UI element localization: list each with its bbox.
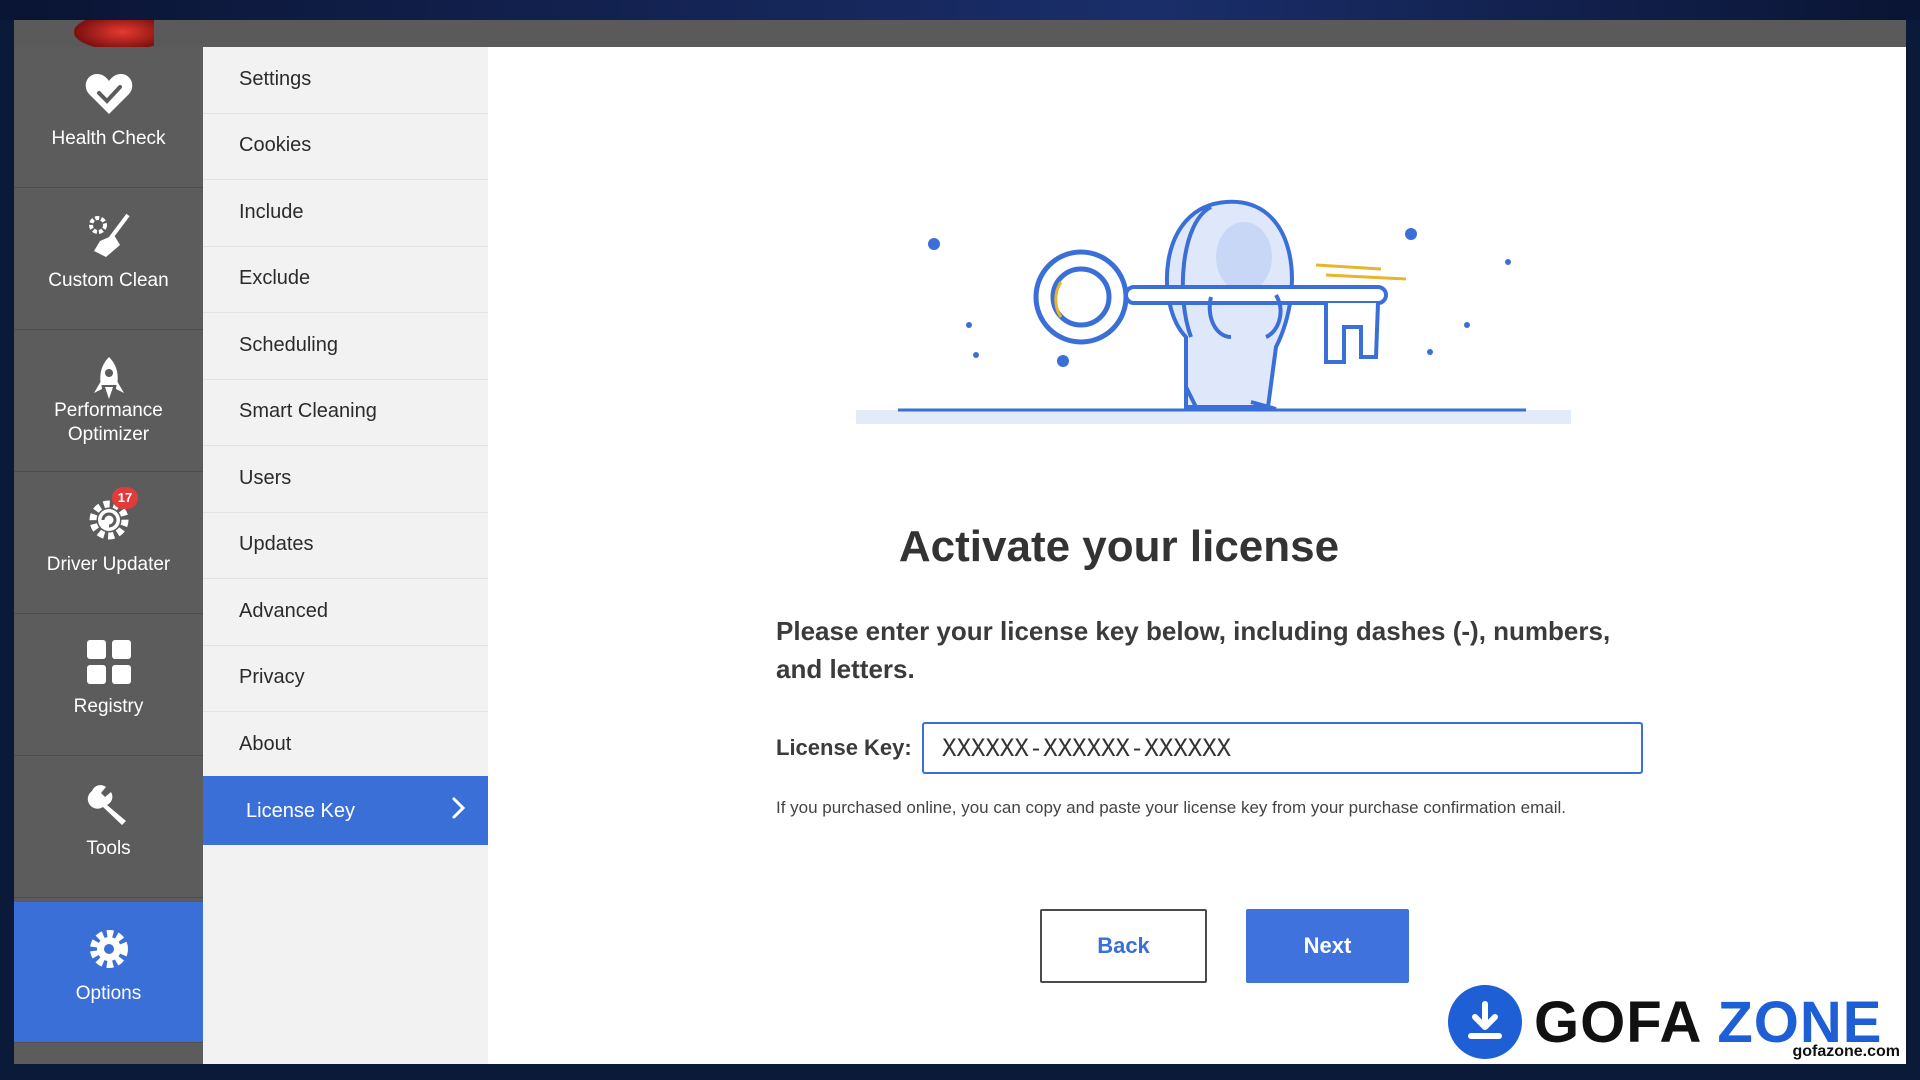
app-logo <box>74 20 154 50</box>
nav-item-custom-clean[interactable]: Custom Clean <box>14 189 203 330</box>
key-character-illustration <box>856 199 1571 424</box>
broom-gear-icon <box>14 211 203 261</box>
submenu-label: Settings <box>239 68 312 90</box>
back-button[interactable]: Back <box>1040 909 1207 983</box>
nav-item-health-check[interactable]: Health Check <box>14 47 203 188</box>
submenu-label: Cookies <box>239 134 312 156</box>
gear-icon <box>14 924 203 974</box>
nav-item-options[interactable]: Options <box>14 902 203 1043</box>
submenu-item-smart-cleaning[interactable]: Smart Cleaning <box>203 379 488 446</box>
options-submenu: Settings Cookies Include Exclude Schedul… <box>203 47 488 1064</box>
top-frame <box>0 0 1920 20</box>
submenu-item-include[interactable]: Include <box>203 180 488 247</box>
submenu-label: Users <box>239 467 292 489</box>
title-bar <box>14 20 1906 50</box>
submenu-label: Exclude <box>239 267 311 289</box>
submenu-item-exclude[interactable]: Exclude <box>203 246 488 313</box>
nav-item-registry[interactable]: Registry <box>14 615 203 756</box>
nav-label: Health Check <box>51 128 166 149</box>
submenu-item-privacy[interactable]: Privacy <box>203 645 488 712</box>
submenu-label: Advanced <box>239 600 328 622</box>
page-title: Activate your license <box>898 522 1340 571</box>
watermark-logo: GOFA ZONE gofazone.com <box>1448 985 1908 1065</box>
watermark-site: gofazone.com <box>1792 1043 1900 1060</box>
next-button[interactable]: Next <box>1246 909 1409 983</box>
submenu-item-settings[interactable]: Settings <box>203 47 488 114</box>
rocket-icon <box>14 353 203 403</box>
wrench-icon <box>14 779 203 829</box>
submenu-item-about[interactable]: About <box>203 712 488 779</box>
submenu-label: About <box>239 733 292 755</box>
hint-text: If you purchased online, you can copy an… <box>776 798 1566 817</box>
watermark-brand-left: GOFA <box>1534 990 1701 1055</box>
submenu-item-scheduling[interactable]: Scheduling <box>203 313 488 380</box>
nav-label: Registry <box>73 696 144 717</box>
nav-label: Driver Updater <box>46 554 171 575</box>
submenu-label: Updates <box>239 533 314 555</box>
heart-check-icon <box>14 69 203 119</box>
download-icon <box>1448 985 1522 1059</box>
nav-item-driver-updater[interactable]: 17 Driver Updater <box>14 473 203 614</box>
submenu-item-cookies[interactable]: Cookies <box>203 113 488 180</box>
main-nav: Health Check Custom Clean Performance Op… <box>14 47 203 1064</box>
nav-label: Custom Clean <box>48 270 169 291</box>
submenu-label: Smart Cleaning <box>239 400 377 422</box>
nav-item-performance-optimizer[interactable]: Performance Optimizer <box>14 331 203 472</box>
nav-item-tools[interactable]: Tools <box>14 757 203 898</box>
nav-label: Performance Optimizer <box>54 400 163 445</box>
submenu-item-users[interactable]: Users <box>203 446 488 513</box>
submenu-label: Scheduling <box>239 334 338 356</box>
license-key-input[interactable] <box>922 722 1643 774</box>
submenu-label: Include <box>239 201 304 223</box>
submenu-item-license-key[interactable]: License Key <box>203 776 488 845</box>
submenu-item-updates[interactable]: Updates <box>203 512 488 579</box>
submenu-item-advanced[interactable]: Advanced <box>203 579 488 646</box>
license-key-label: License Key: <box>776 735 912 760</box>
notification-badge: 17 <box>112 487 138 509</box>
grid-icon <box>14 637 203 687</box>
gear-refresh-icon <box>14 495 203 545</box>
app-window: Health Check Custom Clean Performance Op… <box>14 47 1906 1064</box>
chevron-right-icon <box>452 797 466 819</box>
submenu-label: License Key <box>246 800 355 822</box>
instruction-text: Please enter your license key below, inc… <box>776 616 1611 684</box>
submenu-label: Privacy <box>239 666 305 688</box>
bottom-frame <box>0 1064 1920 1080</box>
nav-label: Tools <box>86 838 131 859</box>
nav-label: Options <box>75 983 142 1004</box>
license-panel: Activate your license Please enter your … <box>488 47 1906 1064</box>
